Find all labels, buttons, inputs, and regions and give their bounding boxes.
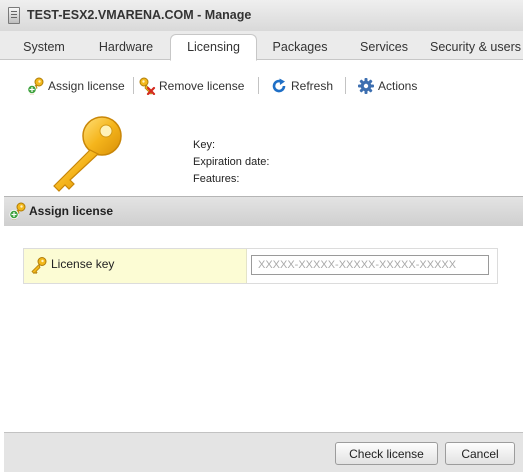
license-key-input[interactable] [251,255,489,275]
remove-license-button[interactable]: Remove license [138,77,245,96]
license-key-row: License key [23,248,498,284]
license-key-icon [40,114,130,194]
assign-license-label: Assign license [48,79,125,93]
tab-bar: System Hardware Licensing Packages Servi… [0,31,523,61]
toolbar: Assign license Remove license Refresh Ac… [0,60,523,110]
key-plus-icon [9,202,27,220]
refresh-icon [270,77,288,95]
host-icon [8,7,20,24]
refresh-button[interactable]: Refresh [270,77,333,95]
remove-license-label: Remove license [159,79,245,93]
tab-packages[interactable]: Packages [263,35,337,59]
toolbar-separator [133,77,134,94]
expiration-date-label: Expiration date: [193,156,270,168]
key-label: Key: [193,139,216,151]
features-label: Features: [193,173,240,185]
toolbar-separator [345,77,346,94]
cancel-button[interactable]: Cancel [445,442,515,465]
gear-icon [357,77,375,95]
license-key-label-cell: License key [24,249,247,283]
window-title: TEST-ESX2.VMARENA.COM - Manage [27,8,252,22]
key-x-icon [138,77,156,96]
dialog-title: Assign license [29,204,114,218]
check-license-button[interactable]: Check license [335,442,438,465]
key-plus-icon [27,77,45,95]
actions-label: Actions [378,79,418,93]
refresh-label: Refresh [291,79,334,93]
tab-security-users[interactable]: Security & users [430,35,523,59]
assign-license-dialog-header: Assign license [4,196,523,227]
key-icon [30,256,48,275]
window-titlebar: TEST-ESX2.VMARENA.COM - Manage [0,0,523,32]
tab-hardware[interactable]: Hardware [88,35,164,59]
toolbar-separator [258,77,259,94]
tab-services[interactable]: Services [349,35,419,59]
tab-licensing[interactable]: Licensing [170,34,257,61]
assign-license-button[interactable]: Assign license [27,77,125,95]
actions-button[interactable]: Actions [357,77,417,95]
dialog-footer: Check license Cancel [4,432,523,472]
tab-system[interactable]: System [10,35,78,59]
license-key-label: License key [51,257,115,271]
